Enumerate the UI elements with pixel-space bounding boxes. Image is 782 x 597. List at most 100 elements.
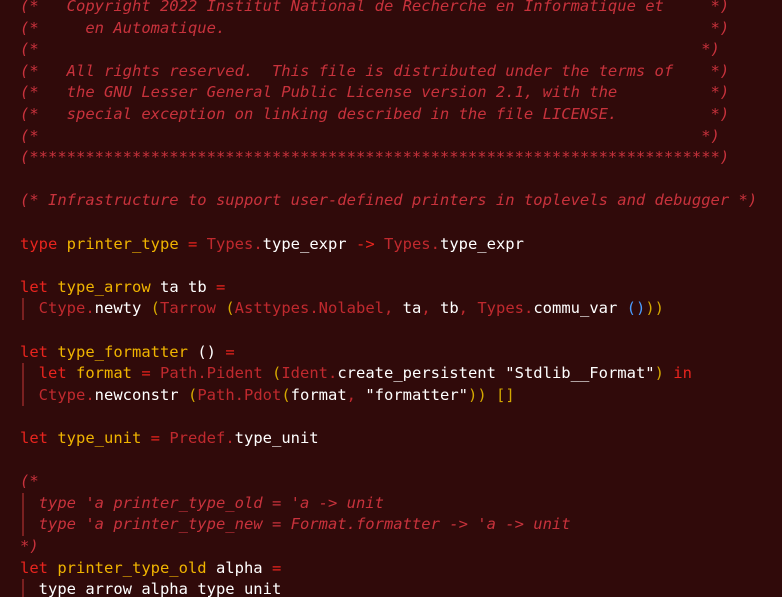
code-token: *): [20, 537, 39, 555]
code-line[interactable]: type_arrow alpha type_unit: [0, 579, 782, 597]
code-line-text: (*: [20, 471, 39, 493]
code-token: ta tb: [150, 277, 207, 296]
code-token: []: [496, 385, 515, 404]
code-line[interactable]: *): [0, 536, 782, 558]
code-line-text: Ctype.newconstr (Path.Pdot(format, "form…: [20, 385, 515, 407]
code-token: tb: [440, 299, 459, 318]
code-token: )): [645, 299, 665, 318]
code-token: let: [20, 277, 58, 296]
code-line-text: (* Copyright 2022 Institut National de R…: [20, 0, 729, 18]
code-line[interactable]: type printer_type = Types.type_expr -> T…: [0, 234, 782, 256]
code-line-text: (* en Automatique. *): [20, 18, 729, 40]
code-line[interactable]: (*: [0, 471, 782, 493]
code-token: type_unit: [57, 429, 142, 447]
code-token: type_expr: [262, 234, 347, 253]
code-line-text: let type_unit = Predef.type_unit: [20, 428, 319, 450]
code-line-text: (* Infrastructure to support user-define…: [20, 190, 757, 212]
code-token: (: [216, 299, 235, 318]
code-token: create_persistent: [337, 364, 496, 383]
code-token: Types.: [383, 234, 440, 253]
code-line-text: type 'a printer_type_new = Format.format…: [20, 514, 571, 536]
code-token: let: [20, 429, 58, 447]
code-line-text: (* *): [20, 39, 720, 61]
code-token: (***************************************…: [20, 148, 730, 167]
code-token: =: [132, 364, 160, 383]
code-line[interactable]: let type_formatter () =: [0, 342, 782, 364]
code-token: in: [663, 364, 692, 383]
code-token: type 'a printer_type_new = Format.format…: [20, 515, 571, 534]
code-token: type_expr: [439, 234, 524, 253]
code-token: (* the GNU Lesser General Public License…: [20, 83, 730, 102]
code-token: Ctype.: [20, 299, 95, 318]
code-token: "Stdlib__Format": [495, 364, 655, 383]
code-token: type_arrow: [57, 277, 151, 296]
code-line-text: let type_arrow ta tb =: [20, 277, 225, 299]
code-line[interactable]: (* *): [0, 126, 782, 148]
code-line-text: type_arrow alpha type_unit: [20, 579, 282, 597]
code-token: format: [290, 385, 347, 404]
code-line[interactable]: [0, 320, 782, 342]
code-token: ->: [346, 234, 384, 253]
code-line[interactable]: [0, 169, 782, 191]
code-token: newty: [94, 299, 142, 318]
code-token: (: [141, 299, 160, 318]
code-token: )): [468, 385, 496, 404]
code-line[interactable]: (* en Automatique. *): [0, 18, 782, 40]
code-line-text: (* All rights reserved. This file is dis…: [20, 61, 729, 83]
code-token: (): [187, 342, 216, 361]
code-token: (* *): [20, 126, 720, 145]
code-line[interactable]: let printer_type_old alpha =: [0, 558, 782, 580]
code-token: newconstr: [94, 385, 179, 404]
code-line[interactable]: let type_arrow ta tb =: [0, 277, 782, 299]
code-line-text: let printer_type_old alpha =: [20, 558, 281, 580]
code-token: type: [20, 234, 67, 253]
code-token: "formatter": [365, 385, 468, 404]
code-token: Predef.: [169, 429, 235, 447]
code-token: (: [178, 385, 198, 404]
code-token: printer_type: [66, 234, 179, 253]
code-token: commu_var: [533, 299, 618, 318]
code-token: let: [20, 342, 58, 361]
code-line[interactable]: [0, 450, 782, 472]
code-line[interactable]: (* special exception on linking describe…: [0, 104, 782, 126]
code-line[interactable]: Ctype.newty (Tarrow (Asttypes.Nolabel, t…: [0, 298, 782, 320]
code-line[interactable]: let format = Path.Pident (Ident.create_p…: [0, 363, 782, 385]
code-token: (* *): [20, 40, 720, 59]
code-token: Types.: [206, 234, 263, 253]
code-token: type_unit: [197, 580, 282, 597]
code-token: =: [141, 429, 170, 447]
code-token: ,: [346, 385, 366, 404]
code-line[interactable]: type 'a printer_type_new = Format.format…: [0, 514, 782, 536]
code-token: let: [20, 364, 76, 383]
code-editor[interactable]: (* Copyright 2022 Institut National de R…: [0, 0, 782, 597]
code-line[interactable]: (* the GNU Lesser General Public License…: [0, 82, 782, 104]
code-line[interactable]: (* All rights reserved. This file is dis…: [0, 61, 782, 83]
code-token: ,: [383, 299, 403, 318]
code-token: type_unit: [234, 429, 319, 447]
code-line[interactable]: [0, 255, 782, 277]
code-line[interactable]: Ctype.newconstr (Path.Pdot(format, "form…: [0, 384, 782, 407]
code-token: alpha: [206, 558, 263, 577]
code-token: ,: [458, 299, 478, 318]
code-token: ): [654, 364, 664, 383]
code-line-text: let type_formatter () =: [20, 342, 235, 364]
code-line-text: type printer_type = Types.type_expr -> T…: [20, 234, 524, 256]
code-line[interactable]: type 'a printer_type_old = 'a -> unit: [0, 492, 782, 515]
code-line-text: (***************************************…: [20, 147, 729, 169]
code-token: Asttypes.Nolabel: [234, 299, 384, 318]
code-token: (* en Automatique. *): [20, 18, 730, 37]
code-line[interactable]: [0, 406, 782, 428]
code-line-text: (* special exception on linking describe…: [20, 104, 729, 126]
code-line[interactable]: [0, 212, 782, 234]
code-line[interactable]: (* Copyright 2022 Institut National de R…: [0, 0, 782, 18]
code-line[interactable]: let type_unit = Predef.type_unit: [0, 428, 782, 450]
code-token: (* All rights reserved. This file is dis…: [20, 61, 730, 80]
code-line[interactable]: (***************************************…: [0, 147, 782, 169]
code-token: (): [617, 299, 646, 318]
code-token: type 'a printer_type_old = 'a -> unit: [20, 493, 384, 512]
code-token: type_arrow alpha: [20, 580, 198, 597]
code-line[interactable]: (* *): [0, 39, 782, 61]
code-line-text: let format = Path.Pident (Ident.create_p…: [20, 363, 692, 385]
code-line[interactable]: (* Infrastructure to support user-define…: [0, 190, 782, 212]
code-token: ,: [421, 299, 440, 318]
